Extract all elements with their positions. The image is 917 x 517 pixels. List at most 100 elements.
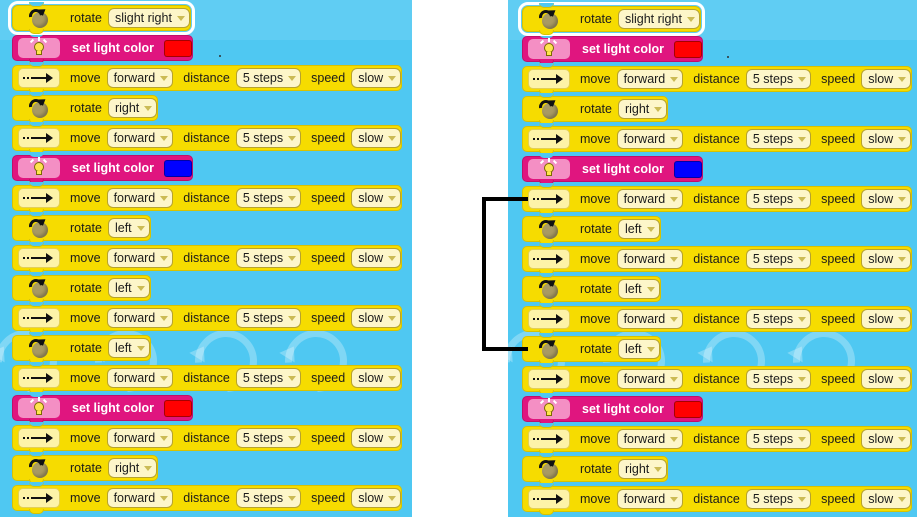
field-direction[interactable]: forward [616, 489, 684, 509]
field-speed[interactable]: slow [861, 69, 912, 89]
chevron-down-icon[interactable] [136, 225, 145, 231]
block-move[interactable]: move forward distance 5 steps speed slow [12, 362, 403, 394]
chevron-down-icon[interactable] [798, 496, 807, 502]
field-direction[interactable]: left [107, 278, 150, 298]
chevron-down-icon[interactable] [288, 75, 297, 81]
chevron-down-icon[interactable] [646, 286, 655, 292]
block-move[interactable]: move forward distance 5 steps speed slow [12, 302, 403, 334]
chevron-down-icon[interactable] [288, 315, 297, 321]
field-speed[interactable]: slow [861, 129, 912, 149]
field-direction[interactable]: forward [106, 308, 174, 328]
field-distance[interactable]: 5 steps [745, 69, 812, 89]
field-direction[interactable]: forward [106, 68, 174, 88]
color-swatch[interactable] [673, 400, 702, 418]
chevron-down-icon[interactable] [670, 196, 679, 202]
chevron-down-icon[interactable] [176, 15, 185, 21]
field-distance[interactable]: 5 steps [745, 249, 812, 269]
block-rotate[interactable]: rotate right [12, 452, 159, 484]
chevron-down-icon[interactable] [670, 316, 679, 322]
block-light[interactable]: set light color [12, 392, 193, 424]
chevron-down-icon[interactable] [388, 75, 397, 81]
block-move[interactable]: move forward distance 5 steps speed slow [522, 123, 913, 155]
field-direction[interactable]: forward [616, 189, 684, 209]
block-move[interactable]: move forward distance 5 steps speed slow [12, 62, 403, 94]
block-move[interactable]: move forward distance 5 steps speed slow [522, 483, 913, 515]
field-direction[interactable]: right [617, 99, 668, 119]
chevron-down-icon[interactable] [160, 435, 169, 441]
program-panel-left[interactable]: rotate slight right set light color move for… [0, 0, 412, 517]
chevron-down-icon[interactable] [288, 435, 297, 441]
chevron-down-icon[interactable] [798, 376, 807, 382]
chevron-down-icon[interactable] [288, 135, 297, 141]
block-light[interactable]: set light color [522, 153, 703, 185]
chevron-down-icon[interactable] [670, 136, 679, 142]
chevron-down-icon[interactable] [898, 76, 907, 82]
field-speed[interactable]: slow [351, 308, 402, 328]
field-distance[interactable]: 5 steps [745, 369, 812, 389]
chevron-down-icon[interactable] [898, 256, 907, 262]
field-direction[interactable]: right [107, 98, 158, 118]
block-rotate[interactable]: rotate right [12, 92, 159, 124]
block-rotate[interactable]: rotate left [522, 333, 661, 365]
field-speed[interactable]: slow [861, 309, 912, 329]
field-direction[interactable]: forward [106, 368, 174, 388]
field-direction[interactable]: right [617, 459, 668, 479]
block-light[interactable]: set light color [12, 32, 193, 64]
chevron-down-icon[interactable] [670, 256, 679, 262]
field-distance[interactable]: 5 steps [235, 128, 302, 148]
block-rotate[interactable]: rotate left [522, 213, 661, 245]
field-distance[interactable]: 5 steps [235, 428, 302, 448]
field-direction[interactable]: forward [106, 488, 174, 508]
chevron-down-icon[interactable] [798, 136, 807, 142]
field-distance[interactable]: 5 steps [745, 309, 812, 329]
block-light[interactable]: set light color [522, 33, 703, 65]
field-speed[interactable]: slow [351, 248, 402, 268]
field-direction[interactable]: left [617, 219, 660, 239]
chevron-down-icon[interactable] [670, 436, 679, 442]
chevron-down-icon[interactable] [898, 436, 907, 442]
chevron-down-icon[interactable] [136, 345, 145, 351]
program-panel-right[interactable]: rotate slight right set light color move for… [482, 0, 917, 517]
field-distance[interactable]: 5 steps [745, 189, 812, 209]
block-light[interactable]: set light color [12, 152, 193, 184]
block-move[interactable]: move forward distance 5 steps speed slow [522, 423, 913, 455]
field-direction[interactable]: left [617, 279, 660, 299]
chevron-down-icon[interactable] [686, 16, 695, 22]
chevron-down-icon[interactable] [898, 196, 907, 202]
block-move[interactable]: move forward distance 5 steps speed slow [12, 242, 403, 274]
chevron-down-icon[interactable] [654, 106, 663, 112]
block-light[interactable]: set light color [522, 393, 703, 425]
chevron-down-icon[interactable] [670, 376, 679, 382]
field-direction[interactable]: forward [106, 428, 174, 448]
block-rotate[interactable]: rotate slight right [8, 1, 195, 35]
block-move[interactable]: move forward distance 5 steps speed slow [522, 63, 913, 95]
chevron-down-icon[interactable] [144, 465, 153, 471]
field-direction[interactable]: forward [616, 429, 684, 449]
field-speed[interactable]: slow [351, 488, 402, 508]
field-distance[interactable]: 5 steps [235, 368, 302, 388]
field-direction[interactable]: forward [106, 248, 174, 268]
block-move[interactable]: move forward distance 5 steps speed slow [522, 183, 913, 215]
chevron-down-icon[interactable] [798, 256, 807, 262]
field-distance[interactable]: 5 steps [235, 248, 302, 268]
field-direction[interactable]: forward [106, 188, 174, 208]
field-distance[interactable]: 5 steps [235, 188, 302, 208]
block-rotate[interactable]: rotate left [12, 272, 151, 304]
chevron-down-icon[interactable] [670, 496, 679, 502]
field-direction[interactable]: slight right [617, 9, 700, 29]
field-speed[interactable]: slow [351, 428, 402, 448]
field-direction[interactable]: forward [616, 69, 684, 89]
field-distance[interactable]: 5 steps [745, 429, 812, 449]
field-speed[interactable]: slow [351, 128, 402, 148]
field-speed[interactable]: slow [861, 429, 912, 449]
color-swatch[interactable] [163, 399, 192, 417]
chevron-down-icon[interactable] [388, 135, 397, 141]
field-speed[interactable]: slow [351, 368, 402, 388]
chevron-down-icon[interactable] [136, 285, 145, 291]
chevron-down-icon[interactable] [646, 226, 655, 232]
chevron-down-icon[interactable] [160, 375, 169, 381]
color-swatch[interactable] [673, 40, 702, 58]
chevron-down-icon[interactable] [798, 196, 807, 202]
block-move[interactable]: move forward distance 5 steps speed slow [522, 243, 913, 275]
block-rotate[interactable]: rotate right [522, 453, 669, 485]
